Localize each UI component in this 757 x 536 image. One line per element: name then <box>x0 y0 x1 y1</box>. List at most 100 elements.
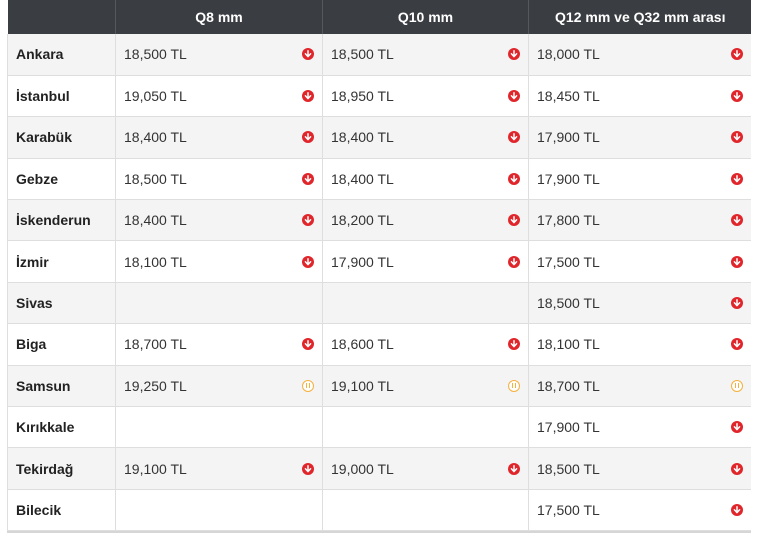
table-row: Gebze 18,500 TL 18,400 TL 17,900 TL <box>7 158 751 201</box>
price-value: 18,450 TL <box>537 88 600 105</box>
price-cell-q10: 18,200 TL <box>322 199 529 242</box>
pause-circle-icon <box>302 379 314 392</box>
price-cell-q10: 18,400 TL <box>322 158 529 201</box>
city-cell: Bilecik <box>7 489 116 532</box>
arrow-down-circle-icon <box>302 255 314 268</box>
price-value: 18,500 TL <box>537 460 600 477</box>
price-cell-q12: 18,450 TL <box>528 75 751 118</box>
price-cell-content: 19,100 TL <box>124 461 314 477</box>
price-cell-content: 18,500 TL <box>537 461 743 477</box>
price-cell-q12: 18,500 TL <box>528 447 751 490</box>
table-row: Karabük 18,400 TL 18,400 TL 17,900 TL <box>7 116 751 159</box>
price-cell-q10: 19,100 TL <box>322 365 529 408</box>
price-value: 17,500 TL <box>537 253 600 270</box>
price-cell-content: 17,900 TL <box>331 254 520 270</box>
table-bottom-border <box>7 531 751 533</box>
city-cell: İstanbul <box>7 75 116 118</box>
arrow-down-circle-icon <box>508 338 520 351</box>
price-cell-q8 <box>115 406 323 449</box>
price-value: 19,050 TL <box>124 88 187 105</box>
city-cell: Karabük <box>7 116 116 159</box>
price-cell-q10: 18,400 TL <box>322 116 529 159</box>
table-row: İzmir 18,100 TL 17,900 TL 17,500 TL <box>7 240 751 283</box>
city-cell: Biga <box>7 323 116 366</box>
price-cell-content: 17,800 TL <box>537 212 743 228</box>
price-cell-q8 <box>115 489 323 532</box>
price-cell-q8: 18,500 TL <box>115 34 323 76</box>
price-value: 19,100 TL <box>124 460 187 477</box>
price-cell-q8 <box>115 282 323 325</box>
price-cell-content: 19,050 TL <box>124 88 314 104</box>
price-cell-content: 17,900 TL <box>537 419 743 435</box>
price-cell-q8: 18,500 TL <box>115 158 323 201</box>
arrow-down-circle-icon <box>731 90 743 103</box>
arrow-down-circle-icon <box>731 172 743 185</box>
arrow-down-circle-icon <box>731 255 743 268</box>
price-value: 17,500 TL <box>537 501 600 518</box>
price-cell-content: 18,100 TL <box>124 254 314 270</box>
pause-circle-icon <box>508 379 520 392</box>
table-row: Ankara 18,500 TL 18,500 TL 18,000 TL <box>7 34 751 76</box>
price-value: 18,000 TL <box>537 46 600 63</box>
price-cell-content: 18,000 TL <box>537 46 743 62</box>
table-row: Tekirdağ 19,100 TL 19,000 TL 18,500 TL <box>7 447 751 490</box>
header-q8: Q8 mm <box>115 0 323 34</box>
price-cell-content: 18,950 TL <box>331 88 520 104</box>
arrow-down-circle-icon <box>302 131 314 144</box>
arrow-down-circle-icon <box>731 297 743 310</box>
city-cell: Kırıkkale <box>7 406 116 449</box>
price-cell-content: 17,900 TL <box>537 129 743 145</box>
rebar-price-table: Q8 mm Q10 mm Q12 mm ve Q32 mm arası Anka… <box>7 0 751 532</box>
price-cell-q8: 18,400 TL <box>115 116 323 159</box>
price-value: 18,400 TL <box>331 170 394 187</box>
price-cell-q12: 17,900 TL <box>528 406 751 449</box>
arrow-down-circle-icon <box>302 214 314 227</box>
header-city <box>7 0 116 34</box>
price-cell-content: 17,900 TL <box>537 171 743 187</box>
price-cell-content: 19,250 TL <box>124 378 314 394</box>
price-cell-content: 18,500 TL <box>124 171 314 187</box>
city-cell: Gebze <box>7 158 116 201</box>
price-cell-content: 18,700 TL <box>124 336 314 352</box>
price-cell-q8: 19,050 TL <box>115 75 323 118</box>
arrow-down-circle-icon <box>731 421 743 434</box>
price-cell-q8: 19,100 TL <box>115 447 323 490</box>
price-cell-q12: 17,800 TL <box>528 199 751 242</box>
arrow-down-circle-icon <box>302 90 314 103</box>
price-cell-content: 18,400 TL <box>124 212 314 228</box>
table-row: İstanbul 19,050 TL 18,950 TL 18,450 TL <box>7 75 751 118</box>
price-cell-q12: 18,700 TL <box>528 365 751 408</box>
price-value: 18,700 TL <box>537 377 600 394</box>
price-value: 19,250 TL <box>124 377 187 394</box>
price-cell-q10: 19,000 TL <box>322 447 529 490</box>
price-cell-q10: 18,500 TL <box>322 34 529 76</box>
price-cell-content: 17,500 TL <box>537 254 743 270</box>
price-value: 17,900 TL <box>537 129 600 146</box>
price-value: 18,400 TL <box>331 129 394 146</box>
arrow-down-circle-icon <box>731 214 743 227</box>
arrow-down-circle-icon <box>508 131 520 144</box>
price-cell-q12: 17,500 TL <box>528 489 751 532</box>
price-cell-q10: 18,950 TL <box>322 75 529 118</box>
price-cell-q10 <box>322 406 529 449</box>
price-cell-content: 18,600 TL <box>331 336 520 352</box>
arrow-down-circle-icon <box>731 462 743 475</box>
price-value: 18,100 TL <box>537 336 600 353</box>
price-value: 18,100 TL <box>124 253 187 270</box>
city-cell: Ankara <box>7 34 116 76</box>
arrow-down-circle-icon <box>731 338 743 351</box>
price-value: 17,900 TL <box>537 419 600 436</box>
price-cell-q12: 18,100 TL <box>528 323 751 366</box>
arrow-down-circle-icon <box>508 214 520 227</box>
price-cell-q12: 18,000 TL <box>528 34 751 76</box>
price-cell-q10 <box>322 489 529 532</box>
arrow-down-circle-icon <box>731 503 743 516</box>
arrow-down-circle-icon <box>302 338 314 351</box>
price-value: 18,500 TL <box>537 295 600 312</box>
price-cell-q10 <box>322 282 529 325</box>
arrow-down-circle-icon <box>731 131 743 144</box>
price-value: 18,200 TL <box>331 212 394 229</box>
price-cell-content: 18,200 TL <box>331 212 520 228</box>
arrow-down-circle-icon <box>302 172 314 185</box>
table-body: Ankara 18,500 TL 18,500 TL 18,000 TL İstanbu… <box>7 34 751 532</box>
